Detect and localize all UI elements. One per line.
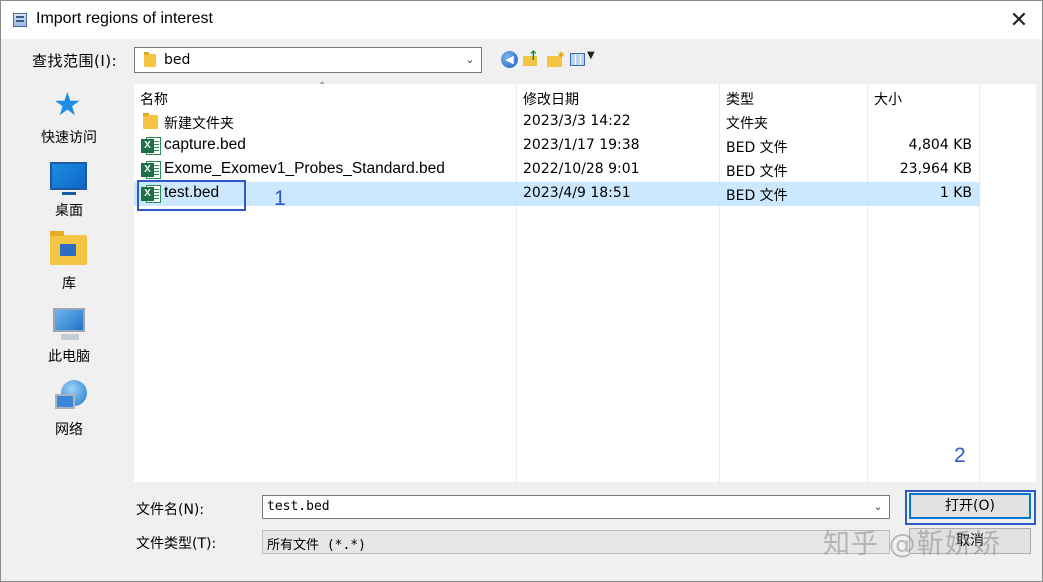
new-folder-icon[interactable]: ✶ (547, 48, 566, 68)
vertical-scrollbar[interactable] (980, 84, 1036, 482)
close-icon: ✕ (1009, 7, 1029, 33)
file-type: 文件夹 (726, 116, 768, 132)
open-button[interactable]: 打开(O) (909, 493, 1031, 519)
annotation-number-2: 2 (954, 444, 966, 467)
file-name: 新建文件夹 (164, 116, 234, 132)
file-name: Exome_Exomev1_Probes_Standard.bed (164, 160, 445, 177)
computer-icon (53, 308, 85, 340)
place-label: 快速访问 (41, 130, 97, 146)
app-icon (13, 13, 27, 27)
annotation-number-1: 1 (274, 187, 286, 210)
annotation-box-1 (137, 180, 246, 211)
back-icon[interactable]: ◀ (501, 51, 518, 68)
title-bar: Import regions of interest ✕ (1, 1, 1042, 39)
excel-file-icon: X (141, 137, 161, 155)
close-button[interactable]: ✕ (996, 1, 1042, 39)
place-label: 网络 (55, 422, 83, 438)
column-header-modified[interactable]: 修改日期 (523, 89, 579, 109)
file-row[interactable]: 新建文件夹 2023/3/3 14:22 文件夹 (134, 110, 980, 134)
file-name-value: test.bed (267, 499, 330, 514)
desktop-icon (50, 162, 87, 195)
sort-ascending-icon: ⌃ (318, 81, 327, 92)
file-type-dropdown[interactable]: 所有文件 (*.*) (262, 530, 890, 554)
file-size: 1 KB (939, 185, 972, 201)
watermark: 知乎 @靳娇娇 (823, 529, 1001, 560)
file-type: BED 文件 (726, 188, 788, 204)
column-header-type[interactable]: 类型 (726, 89, 754, 109)
chevron-down-icon[interactable]: ⌄ (463, 51, 477, 69)
chevron-down-icon[interactable]: ⌄ (871, 498, 885, 516)
file-size: 4,804 KB (908, 137, 972, 153)
file-modified: 2023/3/3 14:22 (523, 113, 631, 129)
view-menu-icon[interactable]: ▼ (570, 50, 596, 68)
file-list[interactable]: ⌃ 名称 修改日期 类型 大小 新建文件夹 2023/3/3 14:22 文件夹… (134, 81, 1036, 482)
folder-icon (144, 52, 156, 67)
up-folder-icon[interactable]: ↑ (523, 49, 540, 68)
file-type-value: 所有文件 (*.*) (267, 538, 366, 553)
file-name: capture.bed (164, 136, 246, 153)
places-bar: ★ 快速访问 桌面 库 此电脑 网络 (9, 84, 129, 576)
look-in-dropdown[interactable]: bed ⌄ (134, 47, 482, 73)
column-header-name[interactable]: 名称 (140, 89, 168, 109)
look-in-label: 查找范围(I): (32, 52, 118, 70)
look-in-value: bed (164, 52, 191, 68)
network-icon (55, 380, 89, 410)
file-row[interactable]: X Exome_Exomev1_Probes_Standard.bed 2022… (134, 158, 980, 182)
star-icon: ★ (53, 85, 82, 123)
file-name-label: 文件名(N): (136, 502, 205, 518)
file-type-label: 文件类型(T): (136, 536, 217, 552)
file-row[interactable]: X capture.bed 2023/1/17 19:38 BED 文件 4,8… (134, 134, 980, 158)
file-modified: 2023/1/17 19:38 (523, 137, 640, 153)
library-icon (50, 231, 87, 265)
folder-icon (143, 113, 158, 129)
file-type: BED 文件 (726, 140, 788, 156)
place-label: 桌面 (55, 203, 83, 219)
file-name-input[interactable]: test.bed ⌄ (262, 495, 890, 519)
place-label: 库 (62, 276, 76, 292)
file-size: 23,964 KB (899, 161, 972, 177)
file-modified: 2022/10/28 9:01 (523, 161, 640, 177)
import-dialog: Import regions of interest ✕ 查找范围(I): be… (0, 0, 1043, 582)
file-row-selected[interactable]: X test.bed 2023/4/9 18:51 BED 文件 1 KB (134, 182, 980, 206)
excel-file-icon: X (141, 161, 161, 179)
place-quick-access[interactable]: ★ 快速访问 (9, 84, 129, 152)
dialog-title: Import regions of interest (36, 10, 213, 27)
file-modified: 2023/4/9 18:51 (523, 185, 631, 201)
place-label: 此电脑 (48, 349, 90, 365)
file-type: BED 文件 (726, 164, 788, 180)
column-header-size[interactable]: 大小 (874, 89, 902, 109)
